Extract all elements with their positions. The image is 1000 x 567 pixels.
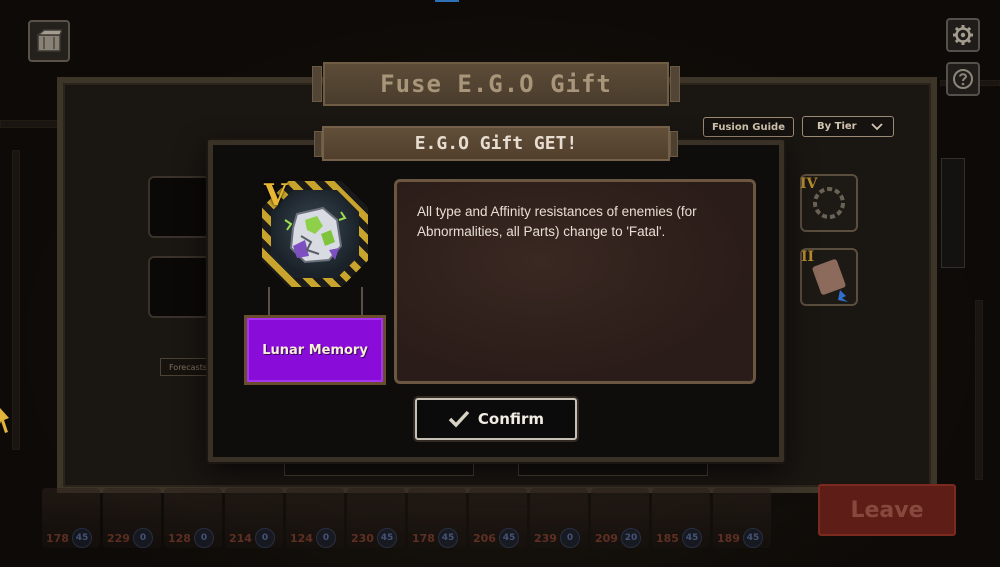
party-unit[interactable]: 239 0 bbox=[530, 488, 588, 548]
modal-title-plate: E.G.O Gift GET! bbox=[322, 126, 670, 161]
unit-sp-badge: 45 bbox=[743, 528, 763, 548]
unit-sp-badge: 45 bbox=[682, 528, 702, 548]
chain bbox=[361, 287, 363, 315]
party-unit[interactable]: 230 45 bbox=[347, 488, 405, 548]
confirm-label: Confirm bbox=[477, 410, 545, 428]
arrow-pointer-icon bbox=[0, 408, 9, 433]
unit-sp-badge: 0 bbox=[133, 528, 153, 548]
unit-hp: 189 bbox=[717, 532, 740, 545]
fuse-title-plate: Fuse E.G.O Gift bbox=[323, 62, 669, 106]
inventory-button[interactable] bbox=[28, 20, 70, 62]
background-pipe bbox=[0, 120, 60, 128]
sort-label: By Tier bbox=[817, 121, 857, 132]
help-button[interactable] bbox=[946, 62, 980, 96]
party-unit[interactable]: 178 45 bbox=[42, 488, 100, 548]
unit-hp: 230 bbox=[351, 532, 374, 545]
unit-hp: 124 bbox=[290, 532, 313, 545]
gift-name: Lunar Memory bbox=[262, 342, 368, 358]
plate-knob bbox=[314, 131, 322, 157]
party-unit[interactable]: 214 0 bbox=[225, 488, 283, 548]
confirm-button[interactable]: Confirm bbox=[415, 398, 577, 440]
party-bar: 178 45 229 0 128 0 214 0 124 0 230 45 178 45 206 45 239 0… bbox=[42, 480, 782, 567]
settings-button[interactable] bbox=[946, 18, 980, 52]
unit-hp: 209 bbox=[595, 532, 618, 545]
leave-label: Leave bbox=[850, 497, 924, 523]
unit-sp-badge: 0 bbox=[255, 528, 275, 548]
unit-sp-badge: 20 bbox=[621, 528, 641, 548]
unit-sp-badge: 0 bbox=[194, 528, 214, 548]
question-mark-icon bbox=[953, 69, 973, 89]
unit-sp-badge: 0 bbox=[316, 528, 336, 548]
unit-sp-badge: 45 bbox=[377, 528, 397, 548]
modal-title: E.G.O Gift GET! bbox=[414, 133, 578, 154]
plate-knob bbox=[670, 66, 680, 102]
fusion-input-slot[interactable] bbox=[148, 256, 210, 318]
unit-hp: 178 bbox=[412, 532, 435, 545]
unit-hp: 214 bbox=[229, 532, 252, 545]
party-unit[interactable]: 185 45 bbox=[652, 488, 710, 548]
gift-tier-label: V bbox=[264, 178, 288, 213]
plate-knob bbox=[312, 66, 322, 102]
unit-sp-badge: 45 bbox=[72, 528, 92, 548]
top-accent-line bbox=[435, 0, 459, 2]
crate-icon bbox=[36, 29, 62, 52]
background-pipe bbox=[975, 300, 983, 480]
gift-description-panel: All type and Affinity resistances of ene… bbox=[394, 179, 756, 384]
party-unit[interactable]: 128 0 bbox=[164, 488, 222, 548]
unit-hp: 185 bbox=[656, 532, 679, 545]
unit-hp: 128 bbox=[168, 532, 191, 545]
fusion-guide-button[interactable]: Fusion Guide bbox=[703, 117, 794, 137]
unit-sp-badge: 45 bbox=[438, 528, 458, 548]
unit-hp: 229 bbox=[107, 532, 130, 545]
chain bbox=[268, 287, 270, 315]
sort-dropdown[interactable]: By Tier bbox=[802, 116, 894, 137]
unit-hp: 178 bbox=[46, 532, 69, 545]
party-unit[interactable]: 229 0 bbox=[103, 488, 161, 548]
forecasts-label: Forecasts bbox=[168, 362, 208, 372]
gift-description: All type and Affinity resistances of ene… bbox=[417, 204, 697, 239]
fusion-guide-label: Fusion Guide bbox=[712, 121, 785, 133]
party-unit[interactable]: 189 45 bbox=[713, 488, 771, 548]
background-pipe bbox=[12, 150, 20, 450]
unit-sp-badge: 45 bbox=[499, 528, 519, 548]
leave-button[interactable]: Leave bbox=[818, 484, 956, 536]
checkmark-icon bbox=[448, 410, 470, 428]
unit-hp: 206 bbox=[473, 532, 496, 545]
chevron-down-icon bbox=[871, 122, 883, 130]
open-tag bbox=[941, 158, 965, 268]
plate-knob bbox=[670, 131, 678, 157]
gift-tier-label: II bbox=[801, 249, 815, 265]
unit-sp-badge: 0 bbox=[560, 528, 580, 548]
gift-tier-label: IV bbox=[800, 176, 818, 192]
party-unit[interactable]: 124 0 bbox=[286, 488, 344, 548]
fuse-title: Fuse E.G.O Gift bbox=[380, 70, 612, 98]
party-unit[interactable]: 206 45 bbox=[469, 488, 527, 548]
fusion-input-slot[interactable] bbox=[148, 176, 210, 238]
gear-icon bbox=[953, 25, 973, 45]
gift-name-plate: Lunar Memory bbox=[244, 315, 386, 385]
party-unit[interactable]: 178 45 bbox=[408, 488, 466, 548]
party-unit[interactable]: 209 20 bbox=[591, 488, 649, 548]
unit-hp: 239 bbox=[534, 532, 557, 545]
